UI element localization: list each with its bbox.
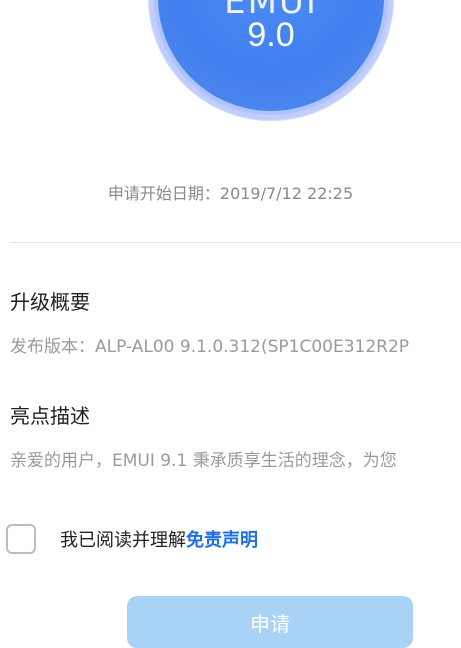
agreement-row: 我已阅读并理解免责声明 (6, 523, 258, 555)
highlights-title: 亮点描述 (10, 404, 90, 428)
agree-checkbox[interactable] (6, 524, 36, 554)
release-version-line: 发布版本：ALP-AL00 9.1.0.312(SP1C00E312R2P (10, 332, 461, 357)
agreement-text: 我已阅读并理解免责声明 (60, 526, 258, 552)
highlights-text: 亲爱的用户，EMUI 9.1 秉承质享生活的理念，为您 (10, 451, 397, 471)
apply-date-label: 申请开始日期： (107, 184, 220, 203)
release-value: ALP-AL00 9.1.0.312(SP1C00E312R2P (95, 337, 410, 357)
apply-start-date: 申请开始日期：2019/7/12 22:25 (0, 180, 461, 204)
release-label: 发布版本： (10, 337, 95, 357)
emui-badge-area: EMUI 9.0 (0, 0, 461, 140)
summary-title: 升级概要 (10, 290, 90, 314)
apply-button[interactable]: 申请 (127, 596, 413, 648)
badge-version: 9.0 (247, 16, 295, 54)
disclaimer-link[interactable]: 免责声明 (186, 530, 258, 551)
divider (10, 242, 461, 243)
agreement-label: 我已阅读并理解 (60, 530, 186, 551)
apply-date-value: 2019/7/12 22:25 (219, 184, 354, 203)
